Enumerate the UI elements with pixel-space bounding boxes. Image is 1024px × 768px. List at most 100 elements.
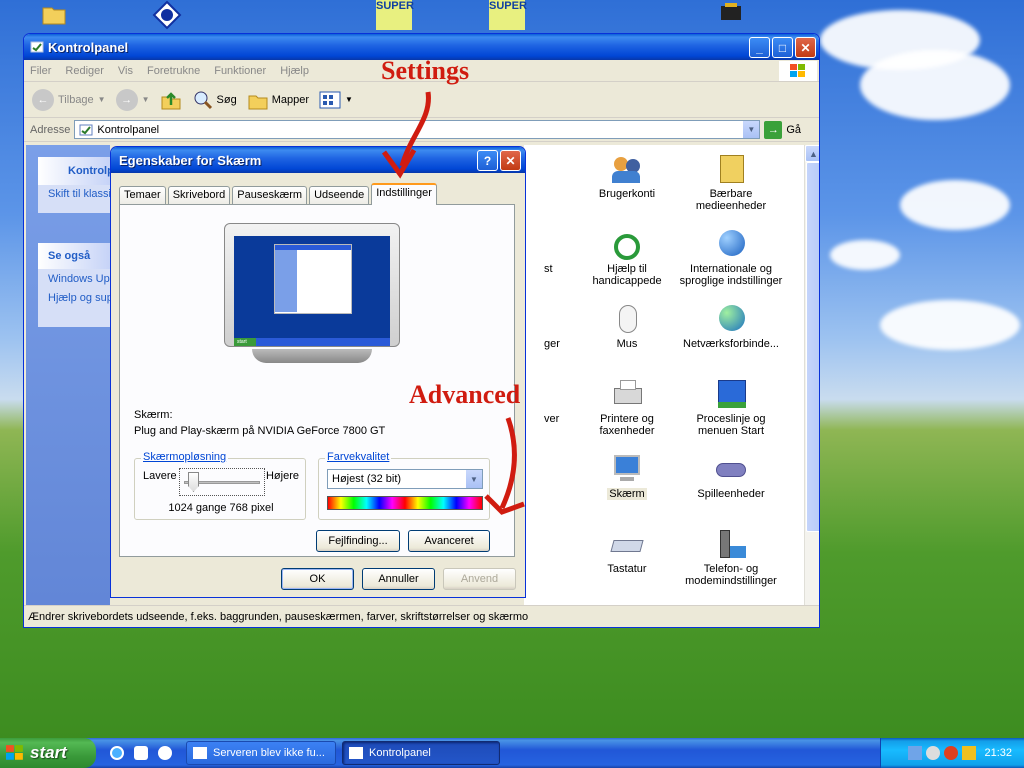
close-button[interactable]: ✕	[795, 37, 816, 58]
item-mouse[interactable]: Mus	[572, 303, 682, 350]
panel-header: Kontrolpanel	[38, 157, 136, 185]
menu-favorites[interactable]: Foretrukne	[147, 65, 200, 77]
network-tray-icon[interactable]	[908, 746, 923, 760]
troubleshoot-button[interactable]: Fejlfinding...	[316, 530, 400, 552]
keyboard-icon	[610, 528, 644, 560]
cancel-button[interactable]: Annuller	[362, 568, 435, 590]
partial-label: st	[544, 263, 553, 275]
phone-icon	[714, 528, 748, 560]
windows-logo-icon	[6, 745, 23, 760]
control-panel-box: Kontrolpanel Skift til klassisk visning	[38, 157, 136, 213]
window-title: Kontrolpanel	[48, 39, 129, 55]
menu-view[interactable]: Vis	[118, 65, 133, 77]
portable-media-icon	[714, 153, 748, 185]
item-taskbar[interactable]: Proceslinje og menuen Start	[676, 378, 786, 437]
menu-edit[interactable]: Rediger	[65, 65, 104, 77]
advanced-button[interactable]: Avanceret	[408, 530, 490, 552]
forward-button[interactable]: → ▼	[115, 88, 150, 111]
chip-icon[interactable]	[716, 0, 752, 30]
menu-help[interactable]: Hjælp	[280, 65, 309, 77]
item-portable-media[interactable]: Bærbare medieenheder	[676, 153, 786, 212]
clock: 21:32	[984, 747, 1012, 759]
resolution-low-label: Lavere	[143, 470, 177, 482]
maximize-button[interactable]: □	[772, 37, 793, 58]
resolution-high-label: Højere	[265, 470, 299, 482]
super-icon[interactable]: SUPER	[489, 0, 527, 30]
address-dropdown-button[interactable]: ▼	[743, 121, 760, 138]
minimize-button[interactable]: _	[749, 37, 770, 58]
vertical-scrollbar[interactable]: ▲ ▼	[804, 145, 819, 623]
control-panel-icon	[349, 747, 363, 759]
resolution-slider[interactable]	[179, 468, 265, 496]
up-button[interactable]	[160, 89, 182, 111]
scroll-thumb[interactable]	[806, 162, 819, 532]
preview-screen: start	[234, 236, 390, 346]
tab-desktop[interactable]: Skrivebord	[167, 186, 231, 205]
go-button[interactable]: → Gå	[764, 120, 801, 139]
windows-update-link[interactable]: Windows Update	[38, 269, 110, 288]
folder-icon[interactable]	[40, 0, 76, 30]
slider-thumb[interactable]	[188, 472, 199, 492]
item-regional[interactable]: Internationale og sproglige indstillinge…	[676, 228, 786, 287]
security-tray-icon[interactable]	[944, 746, 959, 760]
printer-icon	[610, 378, 644, 410]
item-network[interactable]: Netværksforbinde...	[676, 303, 786, 350]
info-icon[interactable]	[152, 0, 188, 30]
system-tray: 21:32	[880, 738, 1024, 768]
control-panel-items: st ger ver Brugerkonti Bærbare medieenhe…	[524, 145, 804, 623]
item-user-accounts[interactable]: Brugerkonti	[572, 153, 682, 200]
start-button[interactable]: start	[0, 738, 96, 768]
forward-arrow-icon: →	[115, 88, 138, 111]
network-icon	[714, 303, 748, 335]
item-keyboard[interactable]: Tastatur	[572, 528, 682, 575]
status-bar: Ændrer skrivebordets udseende, f.eks. ba…	[24, 605, 819, 627]
item-phone-modem[interactable]: Telefon- og modemindstillinger	[676, 528, 786, 587]
item-game-controllers[interactable]: Spilleenheder	[676, 453, 786, 500]
tab-settings[interactable]: Indstillinger	[371, 183, 437, 205]
ok-button[interactable]: OK	[281, 568, 354, 590]
folders-button[interactable]: Mapper	[247, 89, 309, 111]
switch-view-link[interactable]: Skift til klassisk visning	[38, 185, 110, 203]
super-icon[interactable]: SUPER	[376, 0, 414, 30]
window-icon	[193, 747, 207, 759]
help-support-link[interactable]: Hjælp og support	[38, 288, 110, 307]
dialog-title: Egenskaber for Skærm	[119, 152, 262, 168]
color-quality-group: Farvekvalitet Højest (32 bit) ▼	[318, 451, 490, 520]
users-icon	[610, 153, 644, 185]
tab-strip: Temaer Skrivebord Pauseskærm Udseende In…	[119, 183, 439, 205]
item-printers[interactable]: Printere og faxenheder	[572, 378, 682, 437]
media-icon[interactable]	[134, 746, 148, 760]
ie-icon[interactable]	[110, 746, 124, 760]
settings-annotation: Settings	[381, 56, 470, 85]
search-button[interactable]: Søg	[192, 89, 237, 111]
resolution-value: 1024 gange 768 pixel	[168, 502, 274, 514]
menu-file[interactable]: Filer	[30, 65, 51, 77]
windows-logo-icon	[779, 61, 817, 81]
tab-themes[interactable]: Temaer	[119, 186, 166, 205]
menu-tools[interactable]: Funktioner	[214, 65, 266, 77]
views-button[interactable]: ▼	[319, 90, 353, 110]
dialog-close-button[interactable]: ✕	[500, 150, 521, 171]
dialog-titlebar[interactable]: Egenskaber for Skærm ? ✕	[111, 147, 525, 173]
tab-screensaver[interactable]: Pauseskærm	[232, 186, 308, 205]
control-panel-icon	[79, 124, 93, 135]
update-tray-icon[interactable]	[962, 746, 977, 760]
tab-appearance[interactable]: Udseende	[309, 186, 370, 205]
views-icon	[319, 91, 341, 108]
volume-tray-icon[interactable]	[926, 746, 941, 760]
color-quality-select[interactable]: Højest (32 bit) ▼	[327, 469, 483, 489]
scroll-up-button[interactable]: ▲	[805, 145, 819, 162]
apply-button[interactable]: Anvend	[443, 568, 516, 590]
advanced-annotation: Advanced	[409, 380, 521, 409]
folders-icon	[248, 95, 268, 109]
help-button[interactable]: ?	[477, 150, 498, 171]
task-server-message[interactable]: Serveren blev ikke fu...	[186, 741, 336, 765]
item-display[interactable]: Skærm	[572, 453, 682, 500]
player-icon[interactable]	[158, 746, 172, 760]
back-arrow-icon: ←	[32, 88, 54, 111]
taskbar: start Serveren blev ikke fu... Kontrolpa…	[0, 738, 1024, 768]
back-button[interactable]: ← Tilbage ▼	[32, 88, 106, 111]
search-icon	[194, 91, 212, 109]
task-control-panel[interactable]: Kontrolpanel	[342, 741, 500, 765]
item-accessibility[interactable]: Hjælp til handicappede	[572, 228, 682, 287]
